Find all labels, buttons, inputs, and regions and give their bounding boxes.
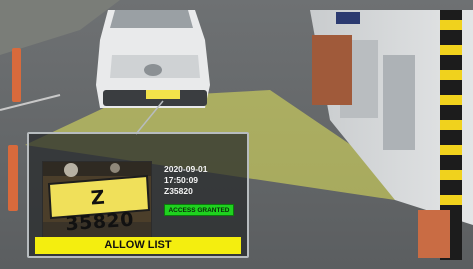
bollard bbox=[12, 48, 21, 102]
barrier-base bbox=[418, 210, 450, 258]
control-booth bbox=[312, 35, 352, 105]
plate-crop-image: Z 35820 bbox=[42, 161, 152, 238]
sign-plate bbox=[336, 12, 360, 24]
bollard bbox=[8, 145, 18, 211]
car-license-plate bbox=[146, 90, 180, 99]
plate-number: Z 35820 bbox=[64, 186, 135, 236]
capture-metadata: 2020-09-01 17:50:09 Z35820 bbox=[164, 164, 244, 197]
access-status-badge: ACCESS GRANTED bbox=[164, 204, 234, 216]
plate-id: Z35820 bbox=[164, 186, 193, 196]
lpr-result-panel: Z 35820 2020-09-01 17:50:09 Z35820 ACCES… bbox=[27, 132, 249, 258]
list-name-bar: ALLOW LIST bbox=[35, 237, 241, 254]
building-window bbox=[383, 55, 415, 150]
capture-time: 17:50:09 bbox=[164, 175, 199, 185]
capture-date: 2020-09-01 bbox=[164, 164, 208, 174]
